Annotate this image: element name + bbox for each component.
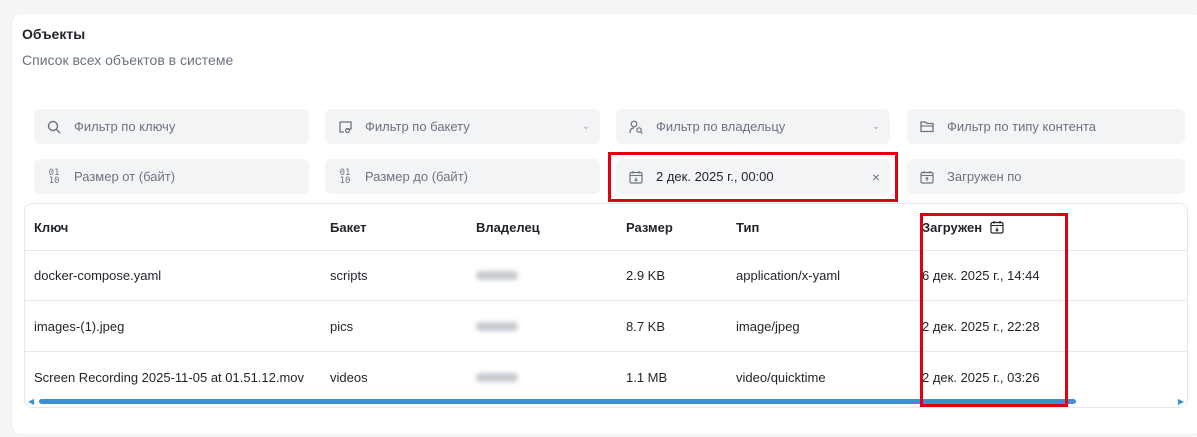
blurred-owner (476, 321, 518, 331)
page-subtitle: Список всех объектов в системе (22, 52, 234, 68)
filter-owner-select[interactable]: Фильтр по владельцу ⌄ (616, 109, 890, 144)
column-header-type[interactable]: Тип (736, 204, 759, 250)
objects-table: Ключ Бакет Владелец Размер Тип Загружен … (24, 203, 1188, 408)
numbers-icon: 01 10 (48, 167, 60, 186)
search-icon (46, 119, 62, 135)
scroll-right-arrow-icon[interactable]: ▶ (1178, 397, 1184, 406)
filter-content-type-placeholder: Фильтр по типу контента (947, 119, 1097, 134)
cell-owner (476, 301, 518, 351)
table-row[interactable]: images-(1).jpeg pics 8.7 KB image/jpeg 2… (25, 301, 1187, 352)
table-row[interactable]: docker-compose.yaml scripts 2.9 KB appli… (25, 250, 1187, 301)
column-header-size[interactable]: Размер (626, 204, 673, 250)
column-header-owner[interactable]: Владелец (476, 204, 540, 250)
cell-type: application/x-yaml (736, 267, 841, 283)
filter-size-from-input[interactable]: 01 10 Размер от (байт) (34, 159, 309, 194)
cell-size: 2.9 KB (626, 267, 666, 283)
blurred-owner (476, 270, 518, 280)
cell-bucket: pics (330, 318, 354, 334)
table-header-row: Ключ Бакет Владелец Размер Тип Загружен (25, 204, 1187, 251)
scroll-left-arrow-icon[interactable]: ◀ (28, 397, 34, 406)
chevron-down-icon: ⌄ (871, 121, 880, 132)
filter-bucket-select[interactable]: Фильтр по бакету ⌄ (325, 109, 600, 144)
filter-owner-placeholder: Фильтр по владельцу (656, 119, 786, 134)
filter-bucket-placeholder: Фильтр по бакету (365, 119, 470, 134)
calendar-sort-icon[interactable] (990, 220, 1004, 234)
cell-owner (476, 250, 518, 300)
column-header-bucket[interactable]: Бакет (330, 204, 367, 250)
blurred-owner (476, 372, 518, 382)
calendar-icon (628, 169, 644, 185)
column-header-key[interactable]: Ключ (34, 204, 68, 250)
filter-key-input[interactable]: Фильтр по ключу (34, 109, 309, 144)
filter-size-to-input[interactable]: 01 10 Размер до (байт) (325, 159, 600, 194)
cell-uploaded: 6 дек. 2025 г., 14:44 (922, 267, 1040, 283)
calendar-icon (919, 169, 935, 185)
filter-uploaded-from-value: 2 дек. 2025 г., 00:00 (656, 169, 774, 184)
cell-uploaded: 2 дек. 2025 г., 22:28 (922, 318, 1040, 334)
cell-bucket: scripts (330, 267, 368, 283)
bucket-icon (337, 119, 353, 135)
numbers-icon: 01 10 (339, 167, 351, 186)
column-header-uploaded[interactable]: Загружен (922, 204, 1004, 250)
filter-uploaded-to-placeholder: Загружен по (947, 169, 1022, 184)
column-header-uploaded-label: Загружен (922, 219, 983, 235)
cell-type: image/jpeg (736, 318, 800, 334)
filter-uploaded-from-input[interactable]: 2 дек. 2025 г., 00:00 × (616, 159, 890, 194)
filter-size-from-placeholder: Размер от (байт) (74, 169, 176, 184)
cell-key: images-(1).jpeg (34, 318, 125, 334)
filter-size-to-placeholder: Размер до (байт) (365, 169, 468, 184)
filter-uploaded-to-input[interactable]: Загружен по (907, 159, 1185, 194)
scrollbar-thumb[interactable] (39, 399, 1076, 404)
cell-size: 8.7 KB (626, 318, 666, 334)
cell-key: docker-compose.yaml (34, 267, 162, 283)
user-search-icon (628, 119, 644, 135)
clear-icon[interactable]: × (872, 169, 880, 185)
folder-icon (919, 119, 935, 135)
chevron-down-icon: ⌄ (581, 121, 590, 132)
horizontal-scrollbar[interactable]: ◀ ▶ (25, 395, 1187, 407)
filter-content-type-input[interactable]: Фильтр по типу контента (907, 109, 1185, 144)
filter-key-placeholder: Фильтр по ключу (74, 119, 176, 134)
page-title: Объекты (22, 26, 86, 42)
